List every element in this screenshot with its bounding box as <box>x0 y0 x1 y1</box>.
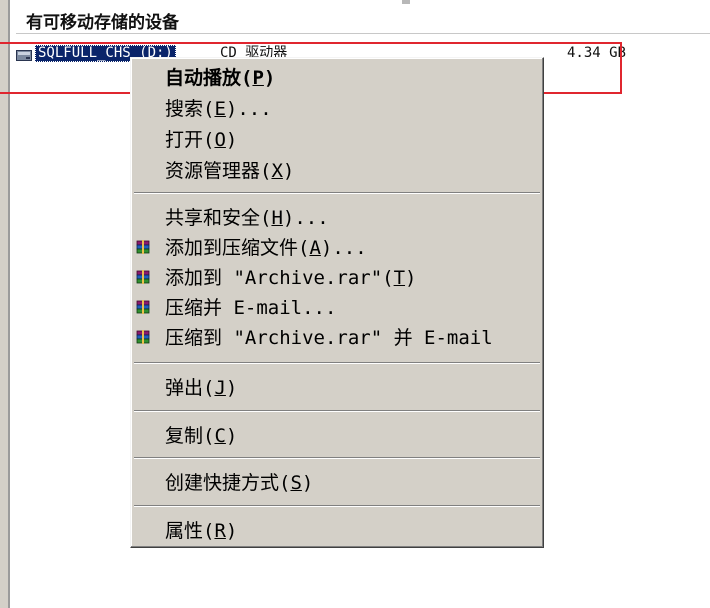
menu-item-label: 添加到压缩文件(A)... <box>165 237 367 259</box>
menu-item-label: 搜索(E)... <box>165 98 272 120</box>
scrollbar-stub <box>402 0 410 4</box>
menu-item-label: 压缩并 E-mail... <box>165 297 337 319</box>
menu-separator <box>134 410 540 412</box>
menu-item-label: 复制(C) <box>165 425 238 447</box>
menu-item-sharing-security[interactable]: 共享和安全(H)... <box>131 204 543 232</box>
menu-item-properties[interactable]: 属性(R) <box>131 517 543 545</box>
menu-item-label: 资源管理器(X) <box>165 160 295 182</box>
menu-item-label: 打开(O) <box>165 129 238 151</box>
winrar-icon <box>136 330 151 345</box>
menu-separator <box>134 362 540 364</box>
winrar-icon <box>136 240 151 255</box>
menu-item-copy[interactable]: 复制(C) <box>131 422 543 450</box>
menu-item-search[interactable]: 搜索(E)... <box>131 95 543 123</box>
menu-item-label: 创建快捷方式(S) <box>165 472 314 494</box>
menu-item-label: 添加到 "Archive.rar"(T) <box>165 267 417 289</box>
menu-item-create-shortcut[interactable]: 创建快捷方式(S) <box>131 469 543 497</box>
menu-item-compress-email[interactable]: 压缩并 E-mail... <box>131 294 543 322</box>
menu-item-label: 自动播放(P) <box>165 67 276 89</box>
menu-item-autoplay[interactable]: 自动播放(P) <box>131 64 543 92</box>
menu-item-compress-to-rar-email[interactable]: 压缩到 "Archive.rar" 并 E-mail <box>131 324 543 352</box>
winrar-icon <box>136 300 151 315</box>
section-title: 有可移动存储的设备 <box>26 13 179 33</box>
menu-separator <box>134 192 540 194</box>
menu-separator <box>134 457 540 459</box>
menu-item-open[interactable]: 打开(O) <box>131 126 543 154</box>
winrar-icon <box>136 270 151 285</box>
menu-item-add-to-archive-rar[interactable]: 添加到 "Archive.rar"(T) <box>131 264 543 292</box>
menu-item-label: 弹出(J) <box>165 377 238 399</box>
menu-item-eject[interactable]: 弹出(J) <box>131 374 543 402</box>
section-divider <box>16 33 710 34</box>
menu-item-add-to-archive[interactable]: 添加到压缩文件(A)... <box>131 234 543 262</box>
menu-item-label: 属性(R) <box>165 520 238 542</box>
menu-item-explorer[interactable]: 资源管理器(X) <box>131 157 543 185</box>
menu-separator <box>134 505 540 507</box>
menu-item-label: 共享和安全(H)... <box>165 207 329 229</box>
menu-item-label: 压缩到 "Archive.rar" 并 E-mail <box>165 327 493 349</box>
context-menu: 自动播放(P) 搜索(E)... 打开(O) 资源管理器(X) 共享和安全(H)… <box>130 57 544 548</box>
